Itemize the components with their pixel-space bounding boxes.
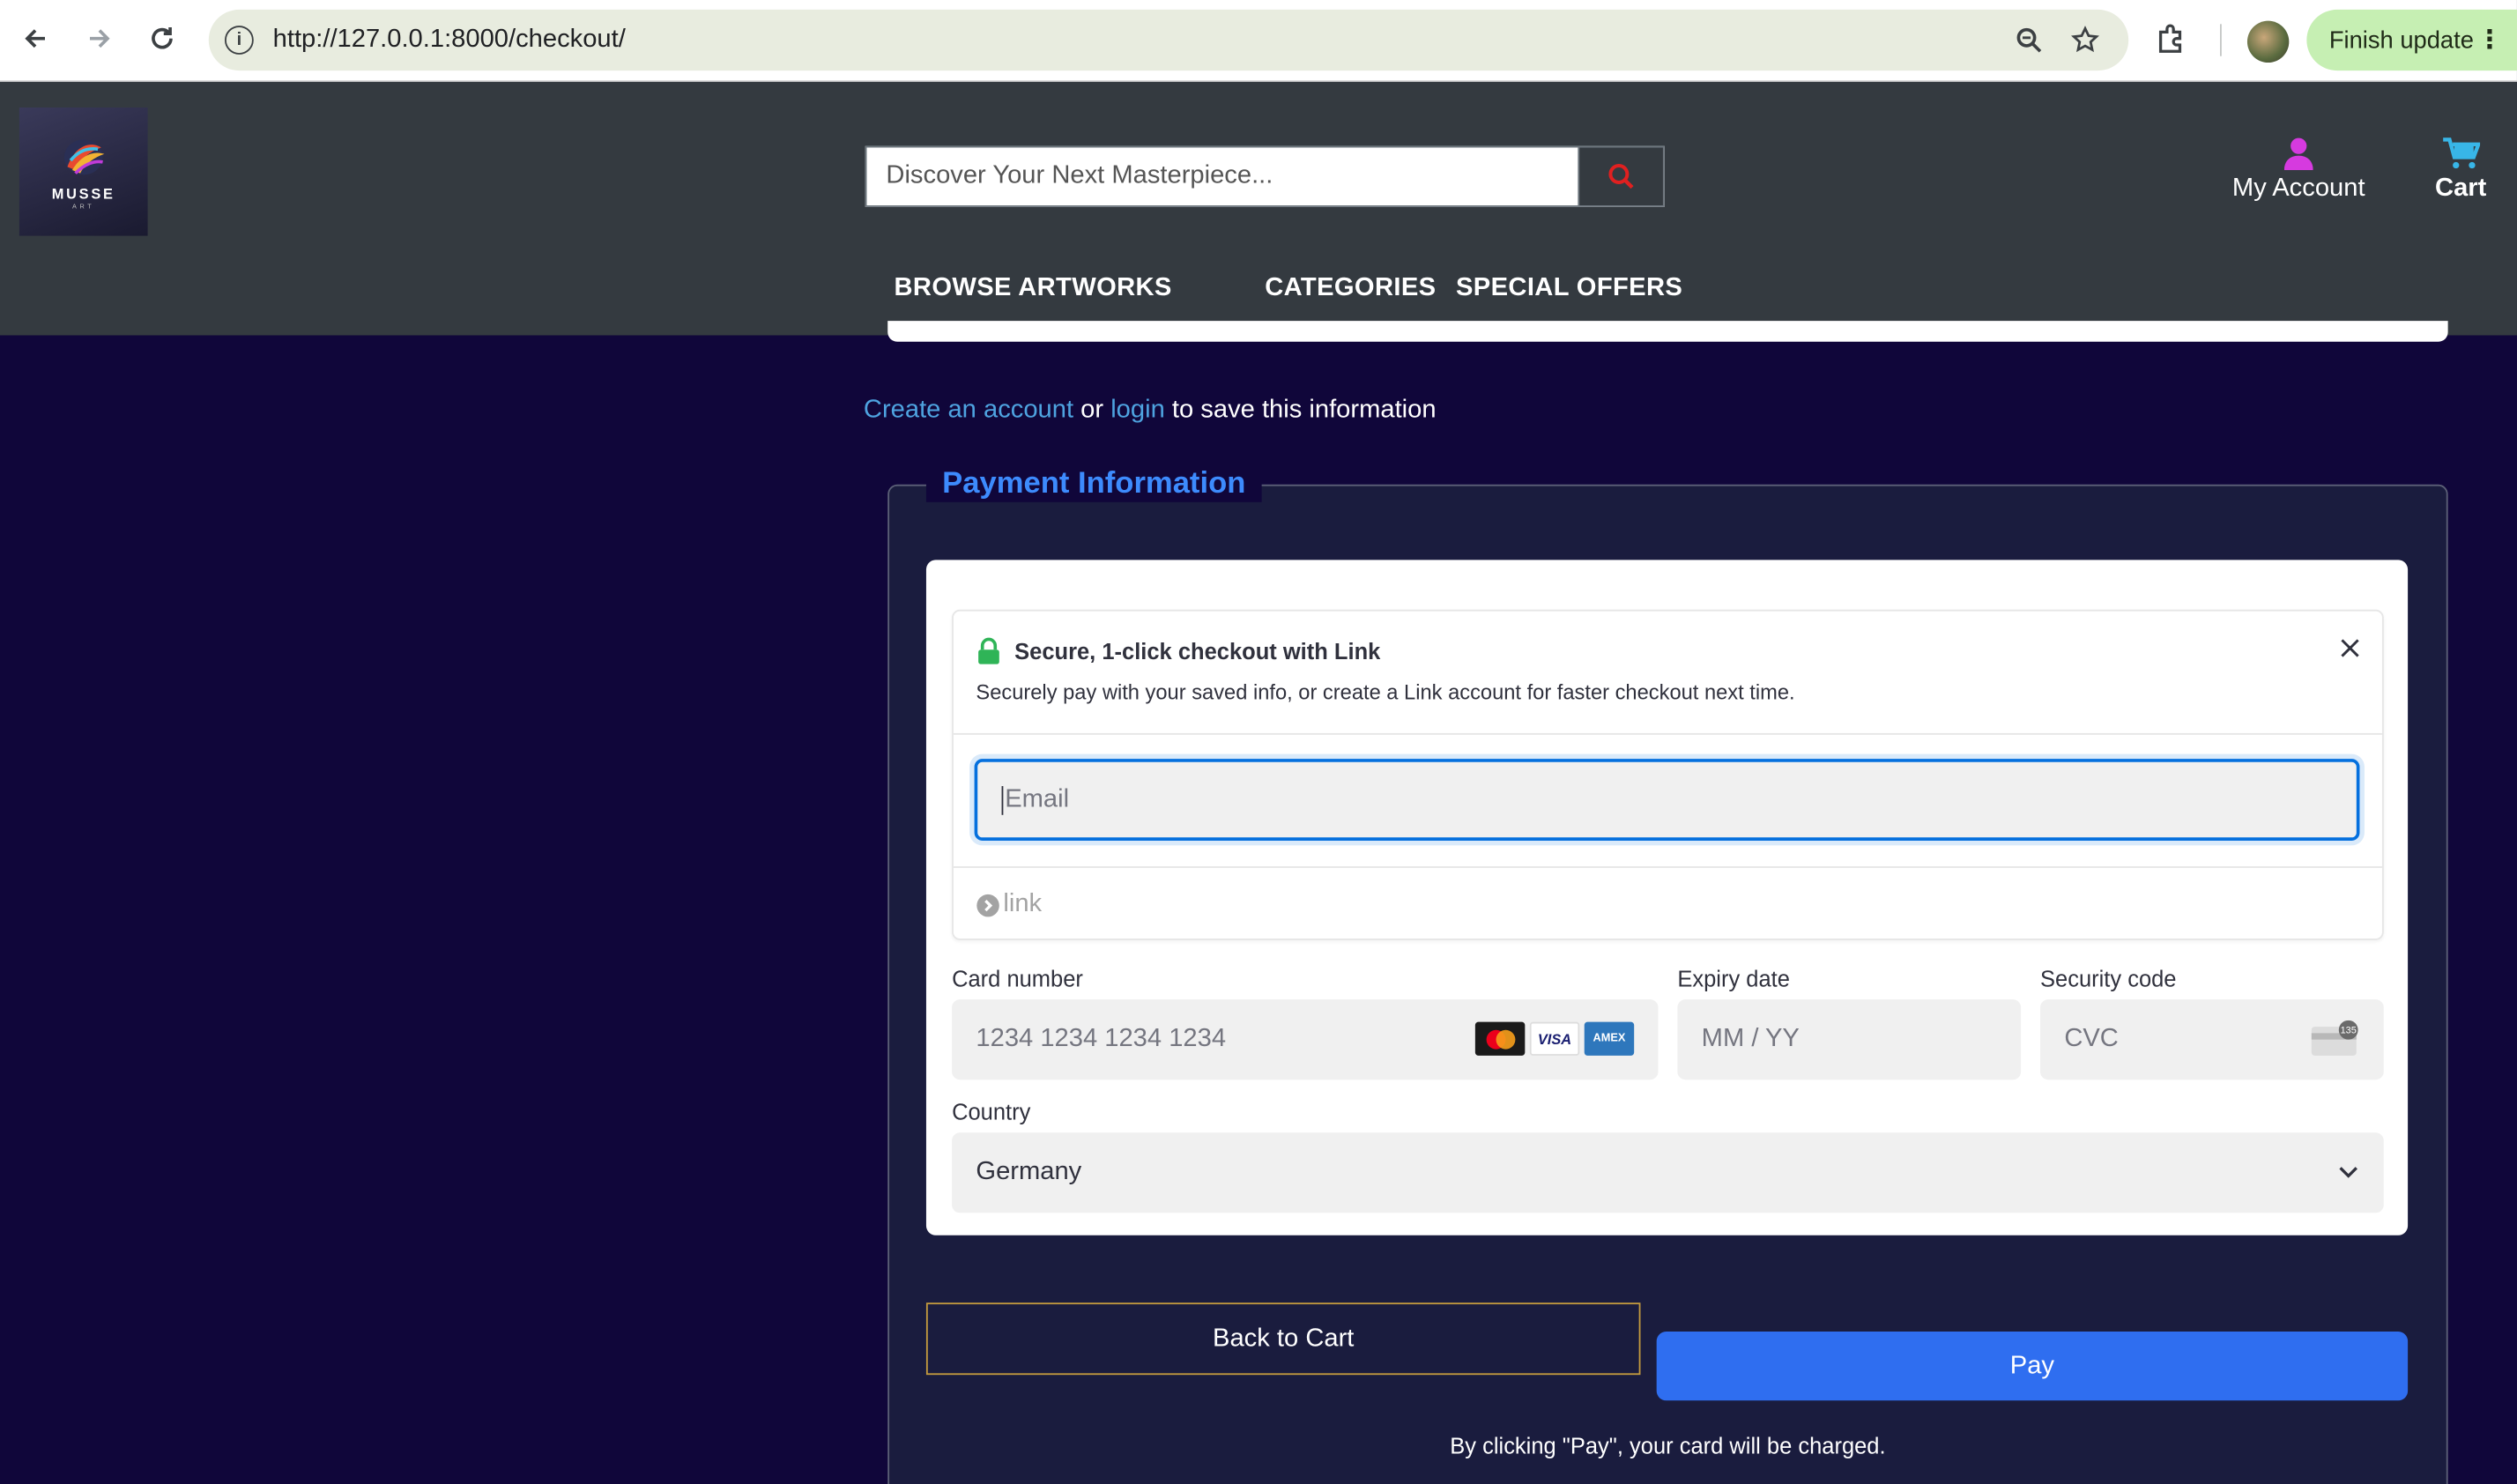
browser-toolbar: i http://127.0.0.1:8000/checkout/ Finish… — [0, 0, 2517, 82]
my-account-link[interactable]: My Account — [2228, 137, 2369, 217]
profile-avatar[interactable] — [2246, 20, 2290, 63]
link-title: Secure, 1-click checkout with Link — [1014, 638, 1381, 664]
expiry-placeholder: MM / YY — [1701, 1025, 1800, 1053]
back-to-cart-button[interactable]: Back to Cart — [925, 1302, 1641, 1376]
email-placeholder: Email — [1001, 786, 1069, 815]
cart-link[interactable]: Cart — [2427, 137, 2494, 217]
more-menu-icon[interactable]: ⋮ — [2476, 24, 2502, 56]
toolbar-separator — [2219, 24, 2222, 56]
chevron-down-icon — [2339, 1167, 2357, 1178]
link-description: Securely pay with your saved info, or cr… — [976, 679, 1795, 705]
svg-text:135: 135 — [2341, 1025, 2357, 1035]
search-icon — [1608, 164, 1634, 189]
card-number-input[interactable]: 1234 1234 1234 1234 VISA AMEX — [952, 999, 1659, 1080]
cvc-input[interactable]: CVC 135 — [2039, 999, 2384, 1080]
nav-special-offers[interactable]: SPECIAL OFFERS — [1456, 274, 1682, 303]
expiry-input[interactable]: MM / YY — [1677, 999, 2022, 1080]
email-input[interactable]: Email — [974, 759, 2360, 841]
forward-arrow-icon[interactable] — [80, 19, 119, 58]
back-arrow-icon[interactable] — [16, 19, 55, 58]
amex-icon: AMEX — [1584, 1021, 1635, 1056]
account-prompt-suffix: to save this information — [1171, 396, 1437, 424]
cart-label: Cart — [2435, 174, 2487, 203]
card-number-placeholder: 1234 1234 1234 1234 — [976, 1025, 1227, 1053]
user-icon — [2283, 137, 2313, 170]
zoom-icon[interactable] — [2011, 22, 2046, 57]
address-bar[interactable]: i http://127.0.0.1:8000/checkout/ — [208, 9, 2129, 71]
site-logo[interactable]: MUSSE ART — [19, 107, 148, 236]
url-text[interactable]: http://127.0.0.1:8000/checkout/ — [273, 26, 626, 55]
link-divider-bottom — [953, 866, 2382, 868]
link-brand: link — [976, 890, 1042, 919]
finish-update-button[interactable]: Finish update ⋮ — [2306, 9, 2517, 71]
card-number-label: Card number — [952, 965, 1083, 992]
card-brands: VISA AMEX — [1474, 1021, 1635, 1056]
previous-card-edge — [887, 321, 2448, 342]
visa-icon: VISA — [1529, 1021, 1580, 1056]
country-value: Germany — [976, 1158, 1082, 1186]
bookmark-star-icon[interactable] — [2068, 22, 2103, 57]
cart-icon — [2443, 137, 2481, 169]
account-prompt-or: or — [1080, 396, 1104, 424]
search-bar — [865, 145, 1665, 207]
close-icon[interactable] — [2335, 634, 2365, 663]
pay-button[interactable]: Pay — [1656, 1332, 2409, 1401]
link-divider — [953, 732, 2382, 735]
create-account-link[interactable]: Create an account — [864, 397, 1073, 424]
country-select[interactable]: Germany — [952, 1132, 2384, 1213]
my-account-label: My Account — [2231, 174, 2365, 203]
nav-categories[interactable]: CATEGORIES — [1265, 274, 1436, 303]
lock-icon — [978, 637, 999, 664]
cvc-label: Security code — [2039, 965, 2177, 992]
finish-update-label: Finish update — [2328, 26, 2474, 54]
logo-subtext: ART — [72, 201, 95, 210]
search-button[interactable] — [1578, 147, 1663, 206]
account-prompt: Create an account or login to save this … — [864, 397, 1437, 426]
country-label: Country — [952, 1099, 1031, 1125]
logo-brush-icon — [63, 138, 105, 174]
charge-disclaimer: By clicking "Pay", your card will be cha… — [1450, 1432, 1886, 1458]
link-brand-text: link — [1003, 890, 1043, 918]
link-arrow-icon — [976, 894, 999, 916]
login-link[interactable]: login — [1110, 397, 1165, 424]
nav-browse-artworks[interactable]: BROWSE ARTWORKS — [895, 274, 1172, 303]
search-input[interactable] — [866, 147, 1580, 206]
cvc-placeholder: CVC — [2064, 1025, 2119, 1053]
mastercard-icon — [1474, 1021, 1526, 1056]
site-header: MUSSE ART My Account Cart BROWSE ARTWORK… — [0, 81, 2517, 336]
payment-legend: Payment Information — [925, 466, 1262, 502]
expiry-label: Expiry date — [1677, 965, 1790, 992]
reload-icon[interactable] — [143, 19, 182, 58]
logo-text: MUSSE — [51, 185, 115, 202]
extensions-icon[interactable] — [2154, 21, 2193, 60]
site-info-icon[interactable]: i — [224, 26, 254, 55]
cvc-card-icon: 135 — [2311, 1020, 2358, 1056]
